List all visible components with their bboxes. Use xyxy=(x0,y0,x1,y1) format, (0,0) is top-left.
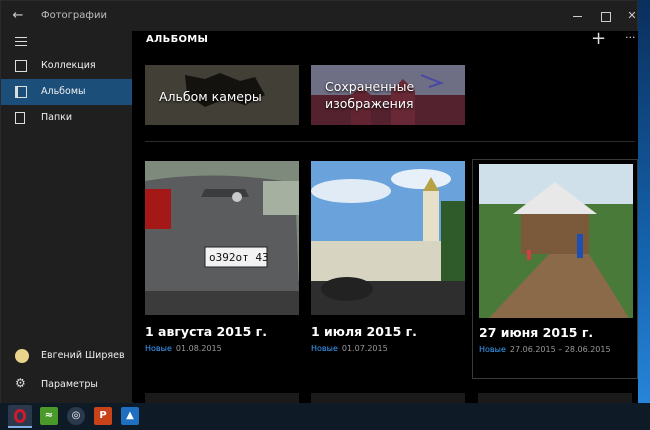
album-date: 27.06.2015 – 28.06.2015 xyxy=(509,345,611,354)
album-tile-selected[interactable]: 27 июня 2015 г. Новые 27.06.2015 – 28.06.… xyxy=(472,159,638,379)
special-album-label-line2: изображения xyxy=(325,96,414,111)
album-date: 01.07.2015 xyxy=(341,344,388,353)
special-album-label: Альбом камеры xyxy=(159,89,262,104)
sidebar: Коллекция Альбомы Папки Евгений Ширяев ⚙… xyxy=(1,31,132,404)
album-thumbnail xyxy=(311,161,465,315)
active-indicator xyxy=(8,426,32,428)
add-album-button[interactable]: + xyxy=(591,31,606,49)
sidebar-item-label: Папки xyxy=(41,112,73,123)
album-tile[interactable]: о392от 43 1 августа 2015 г. Новые 01.08.2… xyxy=(145,161,311,379)
rss-icon[interactable]: ≈ xyxy=(40,407,58,425)
album-tile[interactable]: 1 июля 2015 г. Новые 01.07.2015 xyxy=(311,161,477,379)
back-arrow-icon[interactable]: ← xyxy=(9,7,27,25)
sidebar-item-label: Коллекция xyxy=(41,60,96,71)
photos-window: ← Фотографии ✕ Коллекция Альбомы Папки Е… xyxy=(0,0,638,404)
sidebar-item-folders[interactable]: Папки xyxy=(1,105,132,131)
album-meta: Новые 01.08.2015 xyxy=(145,344,222,353)
sidebar-item-albums[interactable]: Альбомы xyxy=(1,79,132,105)
title-bar: ← Фотографии ✕ xyxy=(1,1,637,31)
minimize-button[interactable] xyxy=(569,8,587,24)
camera-roll-album[interactable]: Альбом камеры xyxy=(145,65,299,125)
album-thumbnail xyxy=(479,164,633,318)
sidebar-item-settings[interactable]: ⚙ Параметры xyxy=(1,372,132,398)
maximize-button[interactable] xyxy=(597,8,615,24)
new-badge: Новые xyxy=(479,345,506,354)
page-title: АЛЬБОМЫ xyxy=(146,34,209,45)
new-badge: Новые xyxy=(145,344,172,353)
saved-pictures-thumbnail xyxy=(311,65,465,125)
folder-icon xyxy=(15,112,25,124)
avatar xyxy=(15,349,29,363)
sidebar-user[interactable]: Евгений Ширяев xyxy=(1,343,132,369)
collection-icon xyxy=(15,60,27,72)
window-title: Фотографии xyxy=(41,10,107,21)
hamburger-menu-icon[interactable] xyxy=(15,35,29,49)
sidebar-item-label: Параметры xyxy=(41,379,98,390)
special-album-label-line1: Сохраненные xyxy=(325,79,415,94)
license-plate-text: о392от 43 xyxy=(209,251,269,264)
album-meta: Новые 01.07.2015 xyxy=(311,344,388,353)
album-title: 1 июля 2015 г. xyxy=(311,324,417,339)
desktop-background xyxy=(638,0,650,430)
powerpoint-icon[interactable]: P xyxy=(94,407,112,425)
network-icon[interactable]: ◎ xyxy=(67,407,85,425)
section-divider xyxy=(145,141,635,142)
albums-icon xyxy=(15,86,27,98)
main-content: АЛЬБОМЫ + ··· Альбом камеры Сохраненные xyxy=(133,31,638,404)
sidebar-item-collection[interactable]: Коллекция xyxy=(1,53,132,79)
user-name: Евгений Ширяев xyxy=(41,350,125,361)
album-title: 1 августа 2015 г. xyxy=(145,324,267,339)
gear-icon: ⚙ xyxy=(15,376,26,390)
album-thumbnail: о392от 43 xyxy=(145,161,299,315)
album-title: 27 июня 2015 г. xyxy=(479,325,594,340)
new-badge: Новые xyxy=(311,344,338,353)
more-options-button[interactable]: ··· xyxy=(625,31,636,44)
close-button[interactable]: ✕ xyxy=(623,8,641,24)
taskbar: ≈ ◎ P ▲ xyxy=(0,403,650,430)
album-meta: Новые 27.06.2015 – 28.06.2015 xyxy=(479,345,611,354)
saved-pictures-album[interactable]: Сохраненные изображения xyxy=(311,65,465,125)
opera-icon[interactable] xyxy=(8,405,32,428)
photos-icon[interactable]: ▲ xyxy=(121,407,139,425)
album-date: 01.08.2015 xyxy=(175,344,222,353)
sidebar-item-label: Альбомы xyxy=(41,86,86,97)
